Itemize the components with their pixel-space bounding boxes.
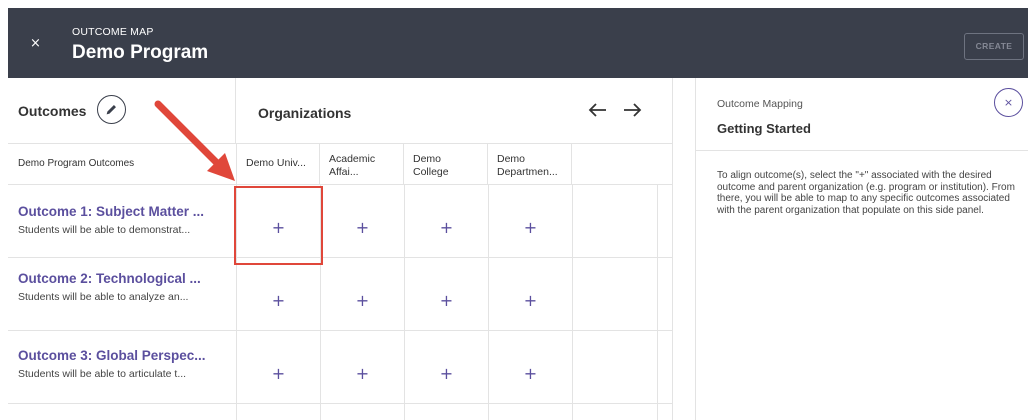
app-header: × OUTCOME MAP Demo Program CREATE (8, 8, 1028, 78)
add-mapping-button[interactable]: + (524, 352, 537, 383)
org-column-label: Academic (329, 153, 376, 165)
outcomes-title: Outcomes (18, 103, 87, 119)
add-mapping-button[interactable]: + (272, 352, 285, 383)
close-panel-button[interactable]: × (994, 88, 1023, 117)
prev-organizations-button[interactable] (586, 98, 610, 122)
outcome-title[interactable]: Outcome 1: Subject Matter ... (18, 204, 204, 219)
org-column-header[interactable]: Demo Univ... (236, 144, 320, 185)
org-column-label: Departmen... (497, 166, 558, 178)
organizations-title: Organizations (258, 105, 352, 121)
column-divider (236, 404, 237, 420)
map-cell[interactable]: + (320, 258, 404, 331)
annotation-highlight-box (234, 186, 323, 265)
outcomes-column-header: Demo Program Outcomes (18, 158, 135, 169)
org-column-header[interactable]: Academic Affai... (320, 144, 404, 185)
close-icon[interactable]: × (30, 36, 41, 51)
add-mapping-button[interactable]: + (440, 352, 453, 383)
side-panel-instructions: To align outcome(s), select the "+" asso… (717, 170, 1015, 216)
arrow-left-icon (588, 103, 606, 117)
org-column-header[interactable]: Demo Departmen... (488, 144, 572, 185)
org-column-label: Demo (413, 153, 442, 165)
org-column-header[interactable]: Demo College (404, 144, 488, 185)
column-divider (657, 185, 658, 420)
column-header-row: Demo Program Outcomes Demo Univ... Acade… (8, 144, 673, 185)
outcome-map-grid: Outcomes Organizations Demo Program Outc… (8, 78, 673, 420)
map-cell[interactable]: + (320, 185, 404, 258)
header-subtitle: OUTCOME MAP (72, 26, 154, 38)
org-column-label: Demo Univ... (246, 157, 306, 169)
outcome-title[interactable]: Outcome 2: Technological ... (18, 271, 201, 286)
arrow-right-icon (624, 103, 642, 117)
map-cell[interactable]: + (404, 185, 488, 258)
side-panel-title: Getting Started (717, 121, 811, 136)
add-mapping-button[interactable]: + (440, 206, 453, 237)
pencil-icon (106, 105, 116, 115)
outcomes-header: Outcomes (8, 78, 236, 144)
outcome-description: Students will be able to analyze an... (18, 291, 189, 303)
org-column-label: Affai... (329, 166, 359, 178)
add-mapping-button[interactable]: + (524, 279, 537, 310)
add-mapping-button[interactable]: + (272, 279, 285, 310)
map-cell[interactable]: + (488, 331, 572, 404)
column-divider (488, 404, 489, 420)
add-mapping-button[interactable]: + (440, 279, 453, 310)
org-column-label: Demo (497, 153, 526, 165)
column-divider (320, 404, 321, 420)
outcome-description: Students will be able to demonstrat... (18, 224, 191, 236)
side-panel: Outcome Mapping Getting Started × To ali… (695, 78, 1028, 420)
map-cell[interactable]: + (404, 331, 488, 404)
map-cell[interactable]: + (488, 185, 572, 258)
outcome-row: Outcome 1: Subject Matter ... Students w… (8, 185, 673, 258)
add-mapping-button[interactable]: + (524, 206, 537, 237)
outcome-description: Students will be able to articulate t... (18, 368, 187, 380)
map-cell[interactable]: + (320, 331, 404, 404)
page-title: Demo Program (72, 42, 209, 63)
column-divider (572, 185, 573, 420)
outcome-row: Outcome 2: Technological ... Students wi… (8, 258, 673, 331)
side-panel-subtitle: Outcome Mapping (717, 98, 803, 110)
add-mapping-button[interactable]: + (356, 279, 369, 310)
create-button[interactable]: CREATE (964, 33, 1024, 60)
map-cell[interactable]: + (404, 258, 488, 331)
map-cell[interactable]: + (236, 258, 320, 331)
close-icon: × (1003, 96, 1014, 109)
map-cell[interactable]: + (236, 331, 320, 404)
add-mapping-button[interactable]: + (356, 206, 369, 237)
add-mapping-button[interactable]: + (356, 352, 369, 383)
outcome-row: Outcome 3: Global Perspec... Students wi… (8, 331, 673, 404)
divider (696, 150, 1028, 151)
next-organizations-button[interactable] (620, 98, 644, 122)
outcome-title[interactable]: Outcome 3: Global Perspec... (18, 348, 206, 363)
organizations-header: Organizations (236, 78, 673, 144)
edit-outcomes-button[interactable] (97, 95, 126, 124)
map-cell[interactable]: + (488, 258, 572, 331)
org-column-label: College (413, 166, 449, 178)
column-divider (404, 404, 405, 420)
